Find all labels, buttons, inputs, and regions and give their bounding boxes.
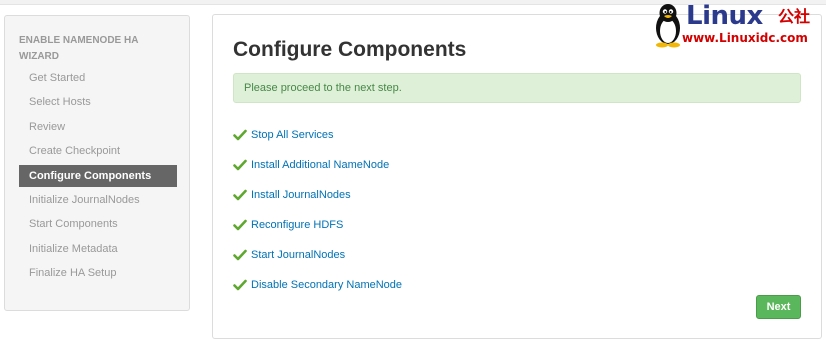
task-item: Disable Secondary NameNode: [233, 270, 402, 300]
wizard-step-review[interactable]: Review: [19, 116, 177, 138]
wizard-step-finalize-ha-setup[interactable]: Finalize HA Setup: [19, 262, 177, 284]
check-icon: [233, 279, 247, 291]
task-label[interactable]: Install JournalNodes: [251, 188, 351, 202]
task-label[interactable]: Stop All Services: [251, 128, 334, 142]
watermark-url: www.Linuxidc.com: [682, 31, 808, 45]
check-icon: [233, 159, 247, 171]
content-panel: Configure Components Please proceed to t…: [212, 14, 822, 339]
check-icon: [233, 129, 247, 141]
wizard-steps: Get Started Select Hosts Review Create C…: [19, 67, 177, 287]
page-title: Configure Components: [233, 38, 467, 61]
task-label[interactable]: Disable Secondary NameNode: [251, 278, 402, 292]
wizard-step-configure-components[interactable]: Configure Components: [19, 164, 177, 187]
watermark-word: Linux: [686, 1, 763, 31]
task-label[interactable]: Install Additional NameNode: [251, 158, 389, 172]
check-icon: [233, 249, 247, 261]
wizard-step-initialize-journalnodes[interactable]: Initialize JournalNodes: [19, 189, 177, 211]
penguin-icon: [656, 4, 680, 48]
wizard-step-initialize-metadata[interactable]: Initialize Metadata: [19, 238, 177, 260]
wizard-step-select-hosts[interactable]: Select Hosts: [19, 91, 177, 113]
watermark-logo: Linux 公社 www.Linuxidc.com: [648, 0, 826, 50]
task-label[interactable]: Start JournalNodes: [251, 248, 345, 262]
success-alert: Please proceed to the next step.: [233, 73, 801, 103]
task-item: Stop All Services: [233, 120, 402, 150]
task-label[interactable]: Reconfigure HDFS: [251, 218, 343, 232]
wizard-title: ENABLE NAMENODE HA WIZARD: [19, 35, 139, 62]
task-item: Install JournalNodes: [233, 180, 402, 210]
wizard-step-get-started[interactable]: Get Started: [19, 67, 177, 89]
task-item: Start JournalNodes: [233, 240, 402, 270]
check-icon: [233, 219, 247, 231]
task-item: Install Additional NameNode: [233, 150, 402, 180]
check-icon: [233, 189, 247, 201]
task-item: Reconfigure HDFS: [233, 210, 402, 240]
next-button[interactable]: Next: [756, 295, 801, 319]
wizard-sidebar: ENABLE NAMENODE HA WIZARD Get Started Se…: [4, 15, 190, 311]
wizard-step-start-components[interactable]: Start Components: [19, 213, 177, 235]
watermark-cjk: 公社: [778, 7, 811, 26]
wizard-step-create-checkpoint[interactable]: Create Checkpoint: [19, 140, 177, 162]
task-list: Stop All Services Install Additional Nam…: [233, 120, 402, 300]
